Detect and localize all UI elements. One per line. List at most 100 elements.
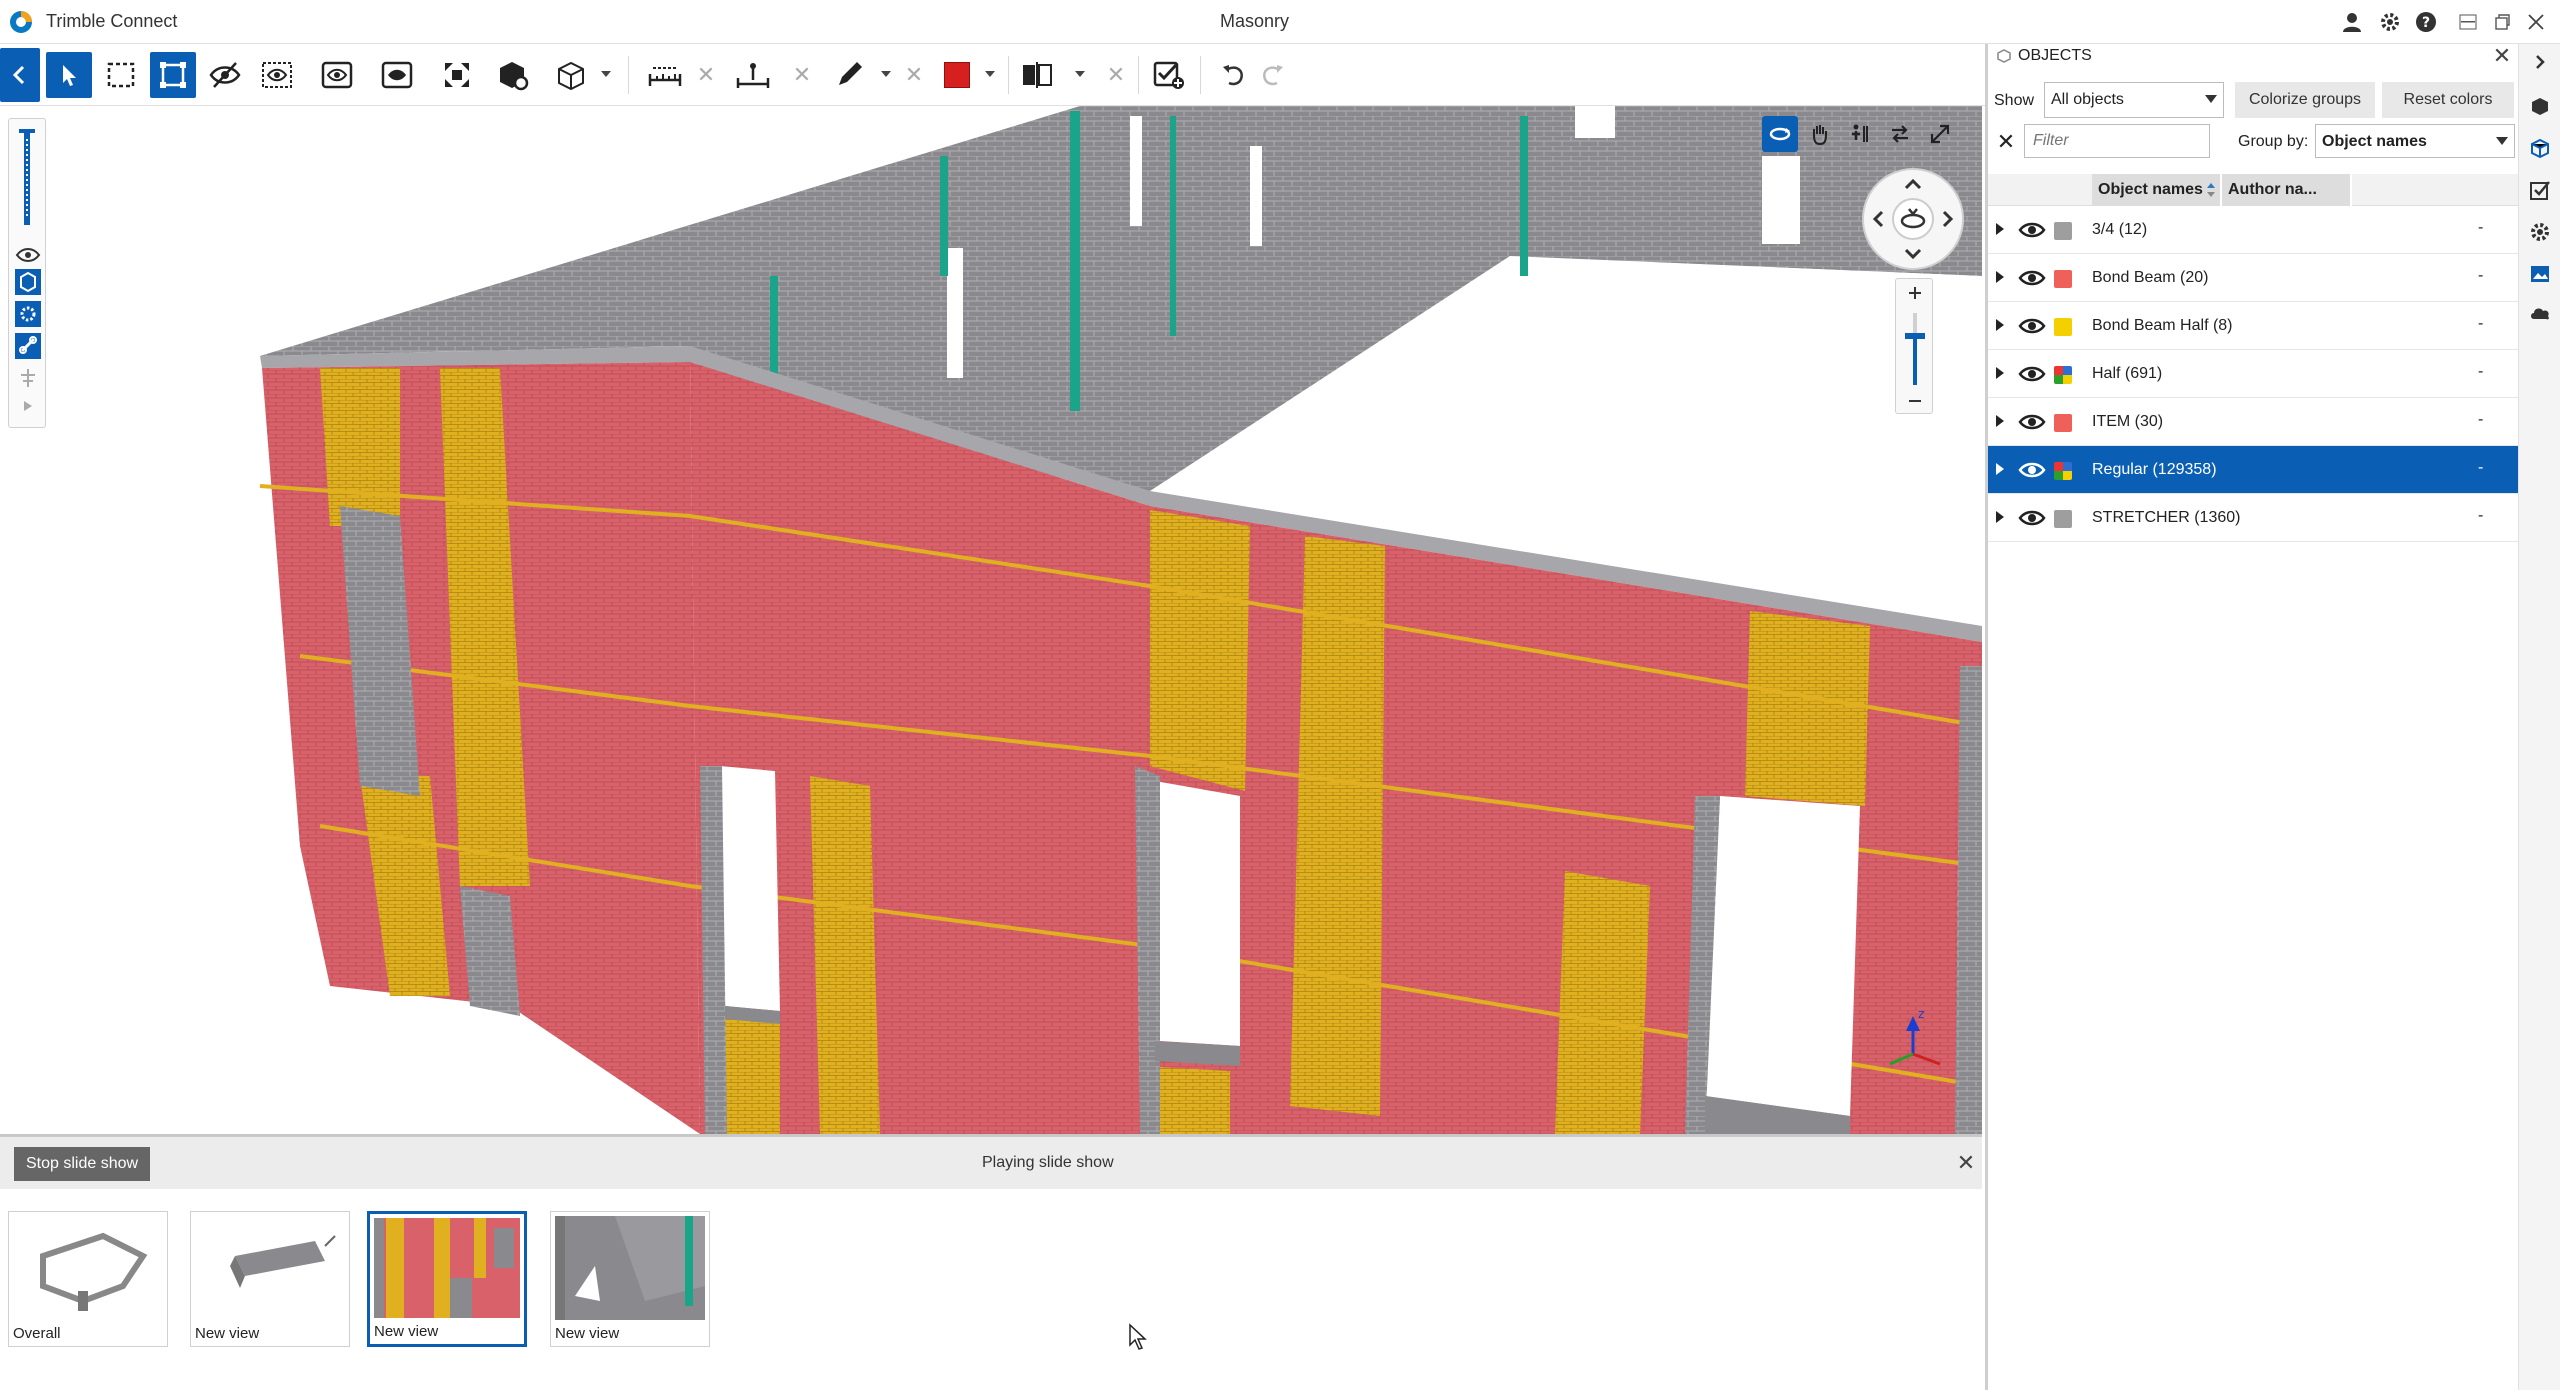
todo-check-icon[interactable]: [2526, 176, 2554, 204]
eye-frame-icon: [321, 61, 353, 89]
eye-icon[interactable]: [15, 248, 41, 262]
nav-left-icon[interactable]: [1872, 210, 1884, 228]
compare-button[interactable]: [1014, 52, 1060, 98]
close-window-icon[interactable]: [2522, 8, 2550, 36]
show-all-button[interactable]: [314, 52, 360, 98]
visibility-eye-icon[interactable]: [2018, 316, 2046, 336]
object-group-row[interactable]: STRETCHER (1360) -: [1988, 494, 2518, 542]
filter-input[interactable]: [2024, 124, 2210, 158]
chevron-down-icon[interactable]: [598, 64, 614, 84]
model-icon[interactable]: [15, 269, 41, 295]
column-header-author[interactable]: Author na...: [2222, 174, 2352, 206]
fullscreen-button[interactable]: [1922, 116, 1958, 152]
stop-slideshow-button[interactable]: Stop slide show: [14, 1147, 151, 1181]
pan-button[interactable]: [1802, 116, 1838, 152]
link-icon[interactable]: [15, 333, 41, 359]
minimize-icon[interactable]: [2454, 8, 2482, 36]
measure-point-button[interactable]: [730, 52, 776, 98]
measure-button[interactable]: [642, 52, 688, 98]
clear-measure-point-icon[interactable]: ✕: [790, 62, 814, 88]
markup-pen-button[interactable]: [826, 52, 872, 98]
settings-gear-icon[interactable]: [2526, 218, 2554, 246]
reset-colors-button[interactable]: Reset colors: [2382, 82, 2514, 118]
nav-up-icon[interactable]: [1904, 178, 1922, 190]
markup-color-button[interactable]: [934, 52, 980, 98]
chevron-down-icon[interactable]: [1072, 64, 1088, 84]
colorize-groups-button[interactable]: Colorize groups: [2235, 82, 2375, 118]
navigation-ring[interactable]: [1862, 168, 1964, 270]
masonry-model-render[interactable]: z: [0, 106, 1982, 1134]
view-cube-button[interactable]: [548, 52, 594, 98]
zoom-slider[interactable]: [1895, 278, 1933, 414]
settings-gear-icon[interactable]: [2376, 8, 2404, 36]
swap-view-button[interactable]: [1882, 116, 1918, 152]
group-multicolor-swatch: [2054, 462, 2072, 480]
visibility-eye-icon[interactable]: [2018, 220, 2046, 240]
views-image-icon[interactable]: [2526, 260, 2554, 288]
help-icon[interactable]: ?: [2412, 8, 2440, 36]
models-cube-icon[interactable]: [2526, 92, 2554, 120]
restore-icon[interactable]: [2488, 8, 2516, 36]
box-select-button[interactable]: [98, 52, 144, 98]
nav-down-icon[interactable]: [1904, 248, 1922, 260]
column-header-object-names[interactable]: Object names: [2092, 174, 2222, 206]
expand-caret-icon[interactable]: [1996, 463, 2004, 475]
clear-filter-icon[interactable]: ✕: [1994, 129, 2018, 154]
chevron-down-icon[interactable]: [878, 64, 894, 84]
expand-caret-icon[interactable]: [1996, 511, 2004, 523]
slide-card-active[interactable]: New view: [367, 1211, 527, 1347]
section-button[interactable]: [374, 52, 420, 98]
zoom-in-icon[interactable]: [1909, 287, 1921, 299]
visibility-eye-icon[interactable]: [2018, 364, 2046, 384]
3d-viewport[interactable]: z: [0, 106, 1982, 1134]
zoom-handle[interactable]: [1905, 333, 1925, 339]
visibility-eye-icon[interactable]: [2018, 412, 2046, 432]
visibility-eye-icon[interactable]: [2018, 460, 2046, 480]
close-panel-icon[interactable]: ✕: [2490, 43, 2514, 68]
expand-arrow-icon[interactable]: [24, 401, 32, 411]
clear-measure-icon[interactable]: ✕: [694, 62, 718, 88]
expand-caret-icon[interactable]: [1996, 367, 2004, 379]
object-group-row[interactable]: ITEM (30) -: [1988, 398, 2518, 446]
gesture-icon[interactable]: [21, 369, 35, 387]
expand-caret-icon[interactable]: [1996, 319, 2004, 331]
fit-all-button[interactable]: [434, 52, 480, 98]
object-group-row-selected[interactable]: Regular (129358) -: [1988, 446, 2518, 494]
fit-selection-button[interactable]: [150, 52, 196, 98]
slide-card[interactable]: New view: [550, 1211, 710, 1347]
nav-right-icon[interactable]: [1942, 210, 1954, 228]
collapse-rail-icon[interactable]: [2526, 48, 2554, 76]
hide-button[interactable]: [202, 52, 248, 98]
object-group-row[interactable]: Half (691) -: [1988, 350, 2518, 398]
close-slideshow-icon[interactable]: ✕: [1952, 1149, 1980, 1177]
expand-caret-icon[interactable]: [1996, 223, 2004, 235]
object-group-row[interactable]: 3/4 (12) -: [1988, 206, 2518, 254]
objects-3d-button[interactable]: [490, 52, 536, 98]
visibility-eye-icon[interactable]: [2018, 508, 2046, 528]
walk-button[interactable]: [1842, 116, 1878, 152]
slide-card[interactable]: New view: [190, 1211, 350, 1347]
chevron-down-icon[interactable]: [982, 64, 998, 84]
settings-icon[interactable]: [15, 301, 41, 327]
orbit-button[interactable]: [1762, 116, 1798, 152]
clear-compare-icon[interactable]: ✕: [1104, 62, 1128, 88]
clash-check-button[interactable]: [1146, 52, 1192, 98]
expand-caret-icon[interactable]: [1996, 415, 2004, 427]
select-tool-button[interactable]: [46, 52, 92, 98]
object-group-row[interactable]: Bond Beam (20) -: [1988, 254, 2518, 302]
cloud-icon[interactable]: [2526, 300, 2554, 328]
redo-button[interactable]: [1250, 52, 1296, 98]
objects-cube-icon[interactable]: [2526, 134, 2554, 162]
isolate-button[interactable]: [254, 52, 300, 98]
slide-card[interactable]: Overall: [8, 1211, 168, 1347]
user-icon[interactable]: [2338, 8, 2366, 36]
groupby-dropdown[interactable]: Object names: [2315, 124, 2515, 158]
pointer-size-slider[interactable]: [19, 129, 35, 225]
clear-markup-icon[interactable]: ✕: [902, 62, 926, 88]
back-button[interactable]: [0, 48, 40, 102]
object-group-row[interactable]: Bond Beam Half (8) -: [1988, 302, 2518, 350]
app-title: Trimble Connect: [46, 11, 178, 31]
visibility-eye-icon[interactable]: [2018, 268, 2046, 288]
show-dropdown[interactable]: All objects: [2044, 82, 2224, 118]
expand-caret-icon[interactable]: [1996, 271, 2004, 283]
